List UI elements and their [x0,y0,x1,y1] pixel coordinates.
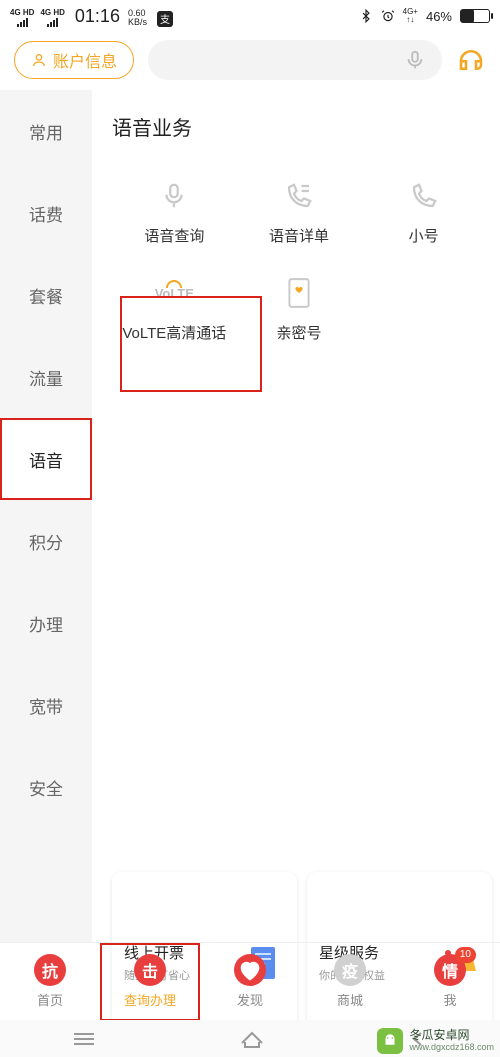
heart-device-icon [286,277,312,309]
nav-query-icon: 击 [134,954,166,986]
nav-me[interactable]: 情 我 10 [400,943,500,1020]
alipay-icon: 支 [157,11,173,27]
nav-home-icon: 抗 [34,954,66,986]
home-key[interactable] [239,1029,265,1049]
sidebar-item-data[interactable]: 流量 [0,336,92,418]
search-input[interactable] [148,40,442,80]
recent-apps-key[interactable] [72,1030,96,1048]
android-soft-keys: 冬瓜安卓网 www.dgxcdz168.com [0,1020,500,1057]
tile-secondary-number[interactable]: 小号 [361,171,486,268]
user-icon [31,52,47,68]
account-chip[interactable]: 账户信息 [14,41,134,79]
nav-home[interactable]: 抗 首页 [0,943,100,1020]
sidebar-item-voice[interactable]: 语音 [0,418,92,500]
phone-list-icon [284,181,314,211]
heart-icon [234,954,266,986]
signal-1: 4G HD [10,9,34,27]
app-header: 账户信息 [0,30,500,90]
data-rate: 0.60KB/s [128,9,147,27]
network-icon: 4G+↑↓ [403,8,418,24]
status-bar: 4G HD 4G HD 01:16 0.60KB/s 支 4G+↑↓ 46% [0,0,500,30]
nav-shop-icon: 疫 [334,954,366,986]
mic-icon [159,181,189,211]
bluetooth-icon [359,9,373,23]
tile-volte[interactable]: VoLTE VoLTE高清通话 [112,268,237,365]
nav-discover[interactable]: 发现 [200,943,300,1020]
battery-icon [460,9,490,23]
phone-icon [409,181,439,211]
tile-voice-query[interactable]: 语音查询 [112,171,237,268]
sidebar-item-security[interactable]: 安全 [0,746,92,828]
alarm-icon [381,9,395,23]
sidebar-item-bill[interactable]: 话费 [0,172,92,254]
notification-badge: 10 [455,947,476,963]
section-title: 语音业务 [112,112,486,141]
tile-family-number[interactable]: 亲密号 [237,268,362,365]
nav-shop[interactable]: 疫 商城 [300,943,400,1020]
battery-pct: 46% [426,9,452,24]
category-sidebar: 常用 话费 套餐 流量 语音 积分 办理 宽带 安全 [0,90,92,942]
mic-icon[interactable] [404,49,426,71]
sidebar-item-plan[interactable]: 套餐 [0,254,92,336]
clock: 01:16 [75,6,120,27]
content-pane: 语音业务 语音查询 语音详单 小号 VoLTE VoLTE高清通话 亲密号 [92,90,500,942]
volte-icon: VoLTE [155,286,194,301]
signal-2: 4G HD [40,9,64,27]
sidebar-item-common[interactable]: 常用 [0,90,92,172]
nav-query[interactable]: 击 查询办理 [100,943,200,1020]
sidebar-item-handle[interactable]: 办理 [0,582,92,664]
watermark: 冬瓜安卓网 www.dgxcdz168.com [377,1028,494,1054]
headset-icon[interactable] [456,45,486,75]
account-label: 账户信息 [53,48,117,72]
android-icon [377,1028,403,1054]
sidebar-item-points[interactable]: 积分 [0,500,92,582]
sidebar-item-broadband[interactable]: 宽带 [0,664,92,746]
tile-voice-detail[interactable]: 语音详单 [237,171,362,268]
bottom-nav: 抗 首页 击 查询办理 发现 疫 商城 情 我 10 [0,942,500,1020]
